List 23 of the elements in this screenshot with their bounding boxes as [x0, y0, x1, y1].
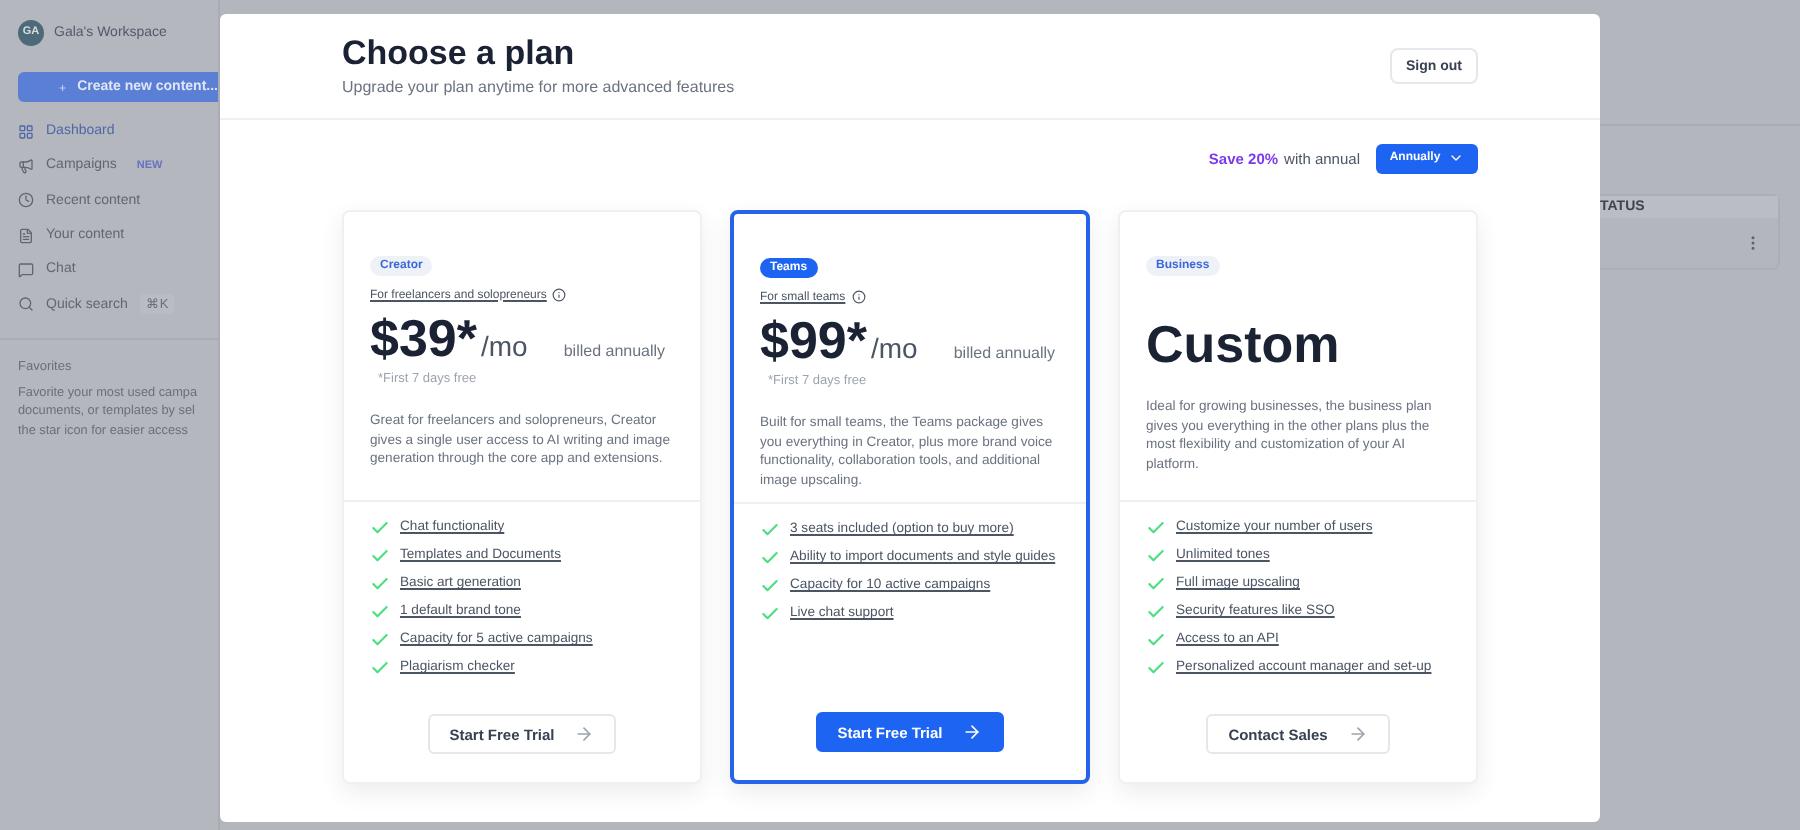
dialog-title: Choose a plan [342, 34, 577, 74]
search-icon [18, 296, 34, 313]
info-icon[interactable] [851, 290, 866, 304]
arrow-right-icon [1347, 724, 1368, 744]
billing-note: billed annually [563, 342, 666, 360]
plan-price: $99* [760, 310, 867, 370]
chat-icon [18, 261, 34, 278]
plan-price: $39* [370, 308, 477, 368]
document-icon [18, 227, 34, 244]
info-icon[interactable] [552, 288, 567, 302]
plan-card[interactable] [730, 210, 1090, 784]
chevron-down-icon [1448, 150, 1465, 166]
price-period: /mo [871, 332, 918, 364]
grid-icon [18, 123, 34, 140]
clock-icon [18, 192, 34, 209]
price-period: /mo [481, 330, 528, 362]
plus-icon [58, 79, 68, 95]
plan-price: Custom [1146, 314, 1342, 374]
arrow-right-icon [962, 722, 983, 742]
arrow-right-icon [574, 724, 595, 744]
megaphone-icon [18, 157, 34, 174]
billing-note: billed annually [953, 344, 1056, 362]
dialog-subtitle: Upgrade your plan anytime for more advanced features [342, 78, 735, 96]
